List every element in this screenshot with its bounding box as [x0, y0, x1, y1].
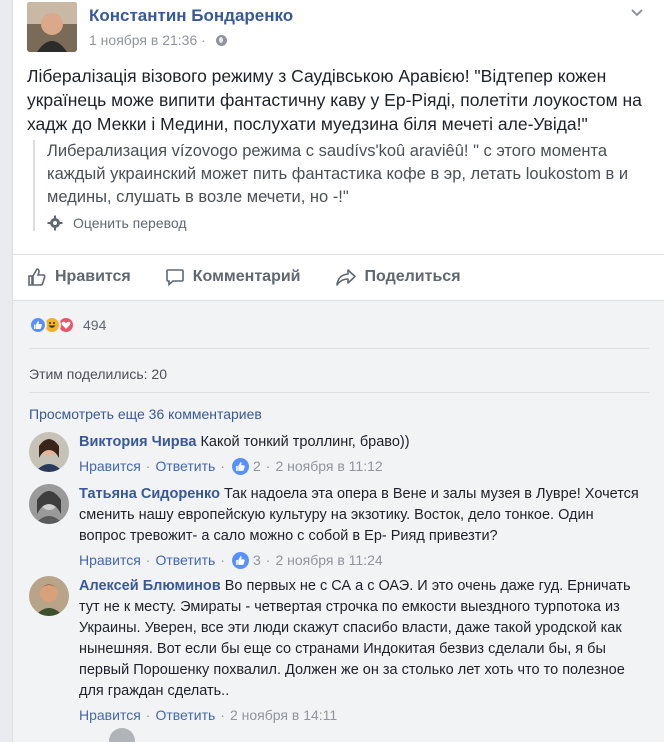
post-text: Лібералізація візового режиму з Саудівсь… — [27, 66, 642, 134]
comment-reply-link[interactable]: Ответить — [155, 550, 215, 571]
post-actions: Нравится Комментарий Поделиться — [27, 262, 647, 292]
comment-author[interactable]: Татьяна Сидоренко — [79, 486, 220, 502]
author-name[interactable]: Константин Бондаренко — [89, 6, 293, 26]
comment-like-link[interactable]: Нравится — [79, 705, 141, 726]
comment-timestamp[interactable]: 2 ноября в 14:11 — [230, 705, 337, 726]
avatar[interactable] — [29, 576, 69, 616]
comment-reply-link[interactable]: Ответить — [155, 456, 215, 477]
comment-like-link[interactable]: Нравится — [79, 456, 141, 477]
translation-text: Либерализация vízovogo режима с saudívs'… — [47, 142, 629, 206]
post-meta: 1 ноября в 21:36 · — [89, 32, 227, 48]
like-icon — [231, 552, 249, 569]
comment-like-count[interactable]: 2 — [253, 456, 261, 477]
separator-dot: · — [201, 32, 206, 48]
like-reaction-icon — [29, 316, 47, 334]
like-icon — [231, 458, 249, 475]
translation-block: Либерализация vízovogo режима с saudívs'… — [33, 140, 645, 231]
comment-like-link[interactable]: Нравится — [79, 550, 141, 571]
comment-timestamp[interactable]: 2 ноября в 11:12 — [275, 456, 382, 477]
divider — [13, 300, 664, 301]
avatar[interactable] — [29, 484, 69, 524]
thumbs-up-icon — [28, 268, 46, 286]
view-more-comments[interactable]: Просмотреть еще 36 комментариев — [29, 406, 262, 422]
rate-translation-link[interactable]: Оценить перевод — [73, 215, 187, 231]
gear-icon — [47, 215, 63, 231]
rate-translation[interactable]: Оценить перевод — [47, 215, 645, 231]
globe-icon — [215, 35, 227, 46]
comment-button[interactable]: Комментарий — [165, 262, 301, 292]
comment-body: Виктория Чирва Какой тонкий троллинг, бр… — [79, 432, 639, 477]
comment-timestamp[interactable]: 2 ноября в 11:24 — [275, 550, 382, 571]
share-icon — [335, 269, 356, 286]
reaction-count: 494 — [83, 317, 107, 333]
comment-text: Какой тонкий троллинг, браво)) — [200, 434, 410, 450]
comment-footer: Нравится · Ответить · 2 ноября в 14:11 — [79, 705, 639, 726]
like-button[interactable]: Нравится — [27, 262, 131, 292]
share-button[interactable]: Поделиться — [335, 262, 461, 292]
shares-count[interactable]: Этим поделились: 20 — [29, 366, 167, 382]
avatar[interactable] — [29, 432, 69, 472]
reactions-summary[interactable]: 494 — [29, 316, 106, 334]
comment-body: Алексей Блюминов Во первых не с СА а с О… — [79, 576, 639, 726]
comment-author[interactable]: Алексей Блюминов — [79, 578, 221, 594]
comment-body: Татьяна Сидоренко Так надоела эта опера … — [79, 484, 639, 571]
comment-footer: Нравится · Ответить · 3 · 2 ноября в 11:… — [79, 550, 639, 571]
avatar[interactable] — [109, 728, 135, 742]
comment-author[interactable]: Виктория Чирва — [79, 434, 196, 450]
post-header: Константин Бондаренко 1 ноября в 21:36 · — [27, 2, 647, 58]
chevron-down-icon[interactable] — [629, 4, 645, 20]
post-card: Константин Бондаренко 1 ноября в 21:36 ·… — [12, 0, 664, 742]
comment-icon — [165, 269, 184, 287]
divider — [29, 348, 649, 349]
divider — [29, 392, 649, 393]
post-timestamp[interactable]: 1 ноября в 21:36 — [89, 32, 197, 48]
comment-footer: Нравится · Ответить · 2 · 2 ноября в 11:… — [79, 456, 639, 477]
comment-text: Во первых не с СА а с ОАЭ. И это очень д… — [79, 578, 631, 699]
comments-area: 494 Этим поделились: 20 Просмотреть еще … — [13, 300, 664, 742]
author-avatar[interactable] — [27, 2, 77, 52]
comment-like-count[interactable]: 3 — [253, 550, 261, 571]
divider — [13, 254, 664, 255]
comment-reply-link[interactable]: Ответить — [155, 705, 215, 726]
